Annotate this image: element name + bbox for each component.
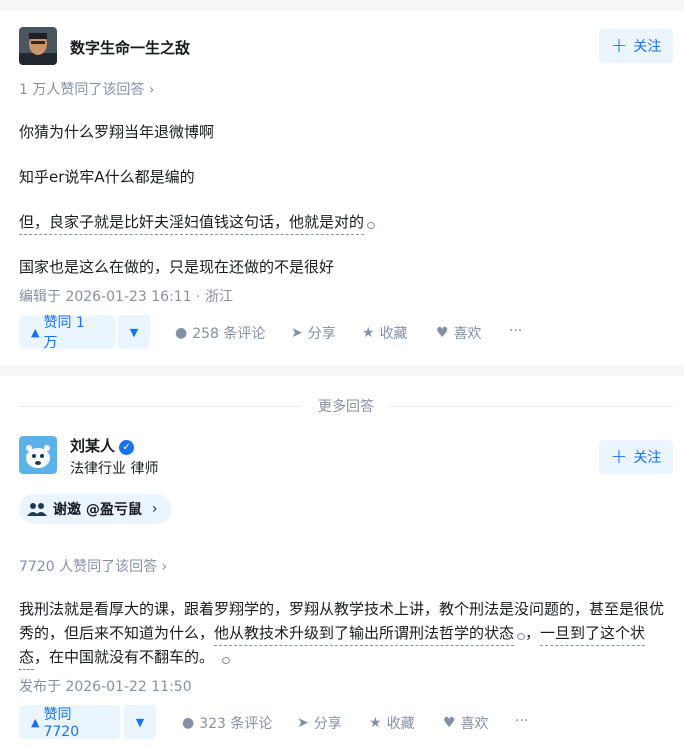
plus-icon: +: [610, 444, 628, 468]
paper-plane-icon: ➤: [291, 325, 303, 341]
answer-paragraph: 我刑法就是看厚大的课，跟着罗翔学的，罗翔从教学技术上讲，教个刑法是没问题的，甚至…: [19, 600, 665, 618]
verified-icon: ✓: [119, 440, 135, 455]
plus-icon: +: [610, 33, 628, 57]
more-button[interactable]: ···: [509, 323, 522, 339]
comments-button[interactable]: ● 258 条评论: [175, 323, 265, 343]
answer-paragraph: 国家也是这么在做的，只是现在还做的不是很好: [19, 258, 335, 276]
author-name[interactable]: 刘某人 ✓: [70, 435, 135, 456]
votes-summary[interactable]: 7720 人赞同了该回答 ›: [19, 556, 167, 576]
highlighted-sentence[interactable]: 态: [19, 648, 35, 670]
answer-paragraph: 秀的，但后来不知道为什么，他从教技术升级到了输出所谓刑法哲学的状态 ，一旦到了这个…: [19, 622, 646, 646]
share-button[interactable]: ➤ 分享: [291, 323, 336, 343]
collect-button[interactable]: ★ 收藏: [369, 713, 415, 733]
author-avatar[interactable]: [19, 436, 57, 474]
star-icon: ★: [362, 325, 375, 341]
author-name[interactable]: 数字生命一生之敌: [70, 37, 190, 58]
publish-time[interactable]: 发布于 2026-01-22 11:50: [19, 676, 192, 696]
author-headline: 法律行业 律师: [70, 461, 159, 477]
invite-tag[interactable]: 谢邀 @盈亏鼠 ›: [19, 494, 172, 524]
follow-button[interactable]: + 关注: [599, 440, 673, 474]
more-button[interactable]: ···: [515, 713, 528, 729]
answer-paragraph: 态，在中国就没有不翻车的。: [19, 646, 231, 670]
comments-button[interactable]: ● 323 条评论: [182, 713, 272, 733]
triangle-down-icon: ▼: [129, 325, 139, 339]
answer-card: 数字生命一生之敌 + 关注 1 万人赞同了该回答 › 你猜为什么罗翔当年退微博啊…: [0, 10, 684, 366]
answer-card: 更多回答 刘某人 ✓ 法律行业 律师 + 关注 谢邀 @盈亏鼠 › 7720 人赞…: [0, 376, 684, 752]
like-button[interactable]: ♥ 喜欢: [443, 713, 489, 733]
share-button[interactable]: ➤ 分享: [297, 713, 342, 733]
triangle-up-icon: ▲: [31, 715, 40, 729]
comment-bubble-icon[interactable]: [222, 657, 231, 664]
more-icon: ···: [515, 713, 529, 729]
more-answers-label: 更多回答: [318, 399, 374, 415]
collect-button[interactable]: ★ 收藏: [362, 323, 408, 343]
more-icon: ···: [509, 323, 523, 339]
upvote-button[interactable]: ▲ 赞同 1 万: [19, 315, 115, 351]
highlighted-sentence[interactable]: 他从教技术升级到了输出所谓刑法哲学的状态: [214, 624, 515, 646]
upvote-button[interactable]: ▲ 赞同 7720: [19, 705, 120, 740]
answer-paragraph: 知乎er说牢A什么都是编的: [19, 168, 195, 186]
heart-icon: ♥: [443, 715, 456, 731]
heart-icon: ♥: [436, 325, 449, 341]
highlighted-sentence[interactable]: 但，良家子就是比奸夫淫妇值钱这句话，他就是对的: [19, 213, 365, 235]
votes-summary[interactable]: 1 万人赞同了该回答 ›: [19, 79, 154, 99]
answer-paragraph: 但，良家子就是比奸夫淫妇值钱这句话，他就是对的: [19, 211, 376, 235]
downvote-button[interactable]: ▼: [118, 315, 150, 349]
comment-icon: ●: [182, 715, 195, 731]
paper-plane-icon: ➤: [297, 715, 309, 731]
more-answers-divider: 更多回答: [19, 396, 673, 416]
highlighted-sentence[interactable]: 一旦到了这个状: [540, 624, 646, 646]
comment-bubble-icon[interactable]: [517, 633, 526, 640]
triangle-up-icon: ▲: [31, 325, 40, 339]
downvote-button[interactable]: ▼: [124, 705, 156, 739]
author-avatar[interactable]: [19, 27, 57, 65]
comment-icon: ●: [175, 325, 188, 341]
triangle-down-icon: ▼: [135, 715, 145, 729]
chevron-right-icon: ›: [151, 501, 158, 517]
star-icon: ★: [369, 715, 382, 731]
comment-bubble-icon[interactable]: [367, 222, 376, 229]
answer-paragraph: 你猜为什么罗翔当年退微博啊: [19, 123, 215, 141]
users-icon: [27, 503, 47, 516]
follow-button[interactable]: + 关注: [599, 29, 673, 63]
edit-time[interactable]: 编辑于 2026-01-23 16:11 · 浙江: [19, 286, 233, 306]
like-button[interactable]: ♥ 喜欢: [436, 323, 482, 343]
